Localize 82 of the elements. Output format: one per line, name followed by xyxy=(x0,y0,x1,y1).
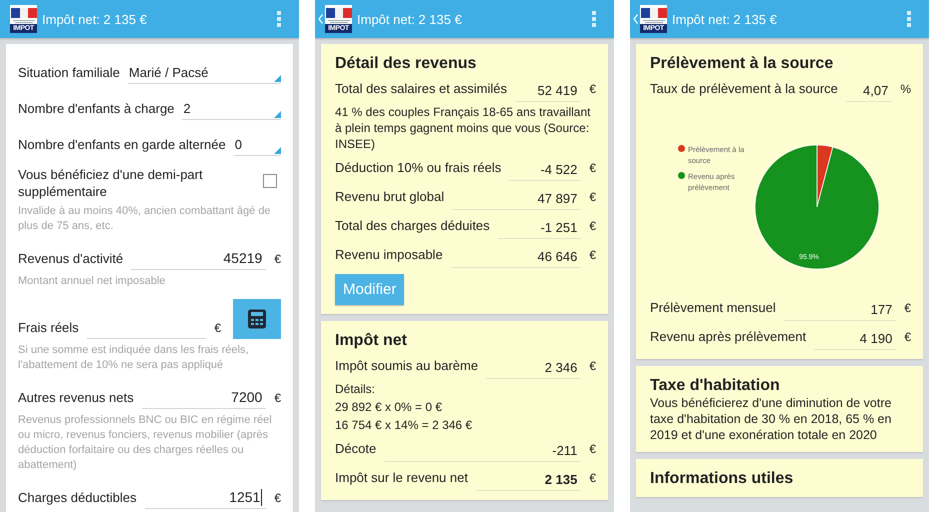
flag-icon xyxy=(640,8,666,24)
field-label: Nombre d'enfants en garde alternée xyxy=(18,137,226,154)
unit-label: € xyxy=(904,301,911,317)
card-title: Informations utiles xyxy=(650,470,794,488)
row-label: Décote xyxy=(335,441,376,458)
unit-label: € xyxy=(589,190,596,206)
app-title: Impôt net: 2 135 € xyxy=(672,12,778,26)
row-label: Total des charges déduites xyxy=(335,218,490,235)
row-label: Total des salaires et assimilés xyxy=(335,81,507,98)
unit-label: € xyxy=(274,252,281,268)
calculator-button[interactable] xyxy=(233,299,281,339)
card-title: Impôt net xyxy=(335,332,408,350)
value-field: 52 419 xyxy=(514,79,582,102)
unit-label: € xyxy=(589,471,596,487)
row-label: Taux de prélèvement à la source xyxy=(650,81,838,98)
value-field: 2 135 xyxy=(476,468,582,491)
field-label: Frais réels xyxy=(18,320,79,337)
row-label: Impôt sur le revenu net xyxy=(335,470,468,487)
info-text: Vous bénéficierez d'une diminution de votre taxe d'habitation de 30 % en 2018, 65 % en 2019 et d'une exonération totale en 2020 xyxy=(650,395,892,443)
dropdown[interactable]: 2 xyxy=(182,97,281,120)
more-options-icon[interactable] xyxy=(592,11,596,27)
unit-label: € xyxy=(274,491,281,507)
back-chevron-icon[interactable] xyxy=(633,14,638,24)
calculator-icon xyxy=(247,309,267,329)
dropdown[interactable]: Marié / Pacsé xyxy=(128,61,281,84)
value-field: 4,07 xyxy=(846,79,892,102)
info-text: 29 892 € x 0% = 0 € xyxy=(335,399,444,415)
value-field: -1 251 xyxy=(498,216,582,239)
unit-label: € xyxy=(274,391,281,407)
row-label: Prélèvement mensuel xyxy=(650,300,776,317)
card-title: Taxe d'habitation xyxy=(650,377,781,395)
amount-field[interactable]: 45219 xyxy=(131,247,266,270)
dropdown[interactable]: 0 xyxy=(234,133,281,156)
card-title: Détail des revenus xyxy=(335,55,478,73)
unit-label: € xyxy=(589,82,596,98)
dropdown-corner-icon xyxy=(274,147,281,154)
amount-field[interactable]: 7200 xyxy=(142,386,266,409)
field-label: Revenus d'activité xyxy=(18,251,124,268)
unit-label: € xyxy=(589,219,596,235)
app-title: Impôt net: 2 135 € xyxy=(42,12,148,26)
row-label: Déduction 10% ou frais réels xyxy=(335,160,502,177)
value-field: 4 190 xyxy=(814,327,896,350)
row-label: Revenu imposable xyxy=(335,247,443,264)
unit-label: € xyxy=(904,330,911,346)
unit-label: € xyxy=(214,321,221,337)
unit-label: € xyxy=(589,248,596,264)
value-field: 2 346 xyxy=(486,356,582,379)
row-label: Revenu brut global xyxy=(335,189,444,206)
value-field: 47 897 xyxy=(452,187,582,210)
value-field: -211 xyxy=(384,439,582,462)
field-label: Situation familiale xyxy=(18,65,120,82)
dropdown-corner-icon xyxy=(274,111,281,118)
flag-icon xyxy=(10,8,36,24)
flag-icon xyxy=(326,8,352,24)
amount-field[interactable]: 1251 xyxy=(144,486,266,509)
app-title: Impôt net: 2 135 € xyxy=(357,12,463,26)
unit-label: € xyxy=(589,359,596,375)
value-field: 177 xyxy=(784,298,896,321)
unit-label: € xyxy=(589,161,596,177)
more-options-icon[interactable] xyxy=(277,11,281,27)
row-label: Revenu après prélèvement xyxy=(650,329,806,346)
field-label: Nombre d'enfants à charge xyxy=(18,101,174,118)
value-field: -4 522 xyxy=(509,158,582,181)
value-field: 46 646 xyxy=(450,245,582,268)
info-text: 41 % des couples Français 18-65 ans travaillant à plein temps gagnent moins que vous (Source: INSEE) xyxy=(335,104,592,152)
unit-label: € xyxy=(589,442,596,458)
hint-text: Revenus professionnels BNC ou BIC en régime réel ou micro, revenus fonciers, revenus mobilier (après déduction forfaitaire ou des charges réelles ou abattement) xyxy=(18,413,273,473)
info-text: 16 754 € x 14% = 2 346 € xyxy=(335,417,474,433)
hint-text: Si une somme est indiquée dans les frais réels, l'abattement de 10% ne sera pas appliqué xyxy=(18,343,250,373)
field-label: Vous bénéficiez d'une demi-part supplémentaire xyxy=(18,166,204,200)
card-title: Prélèvement à la source xyxy=(650,55,834,73)
unit-label: % xyxy=(900,82,911,98)
field-label: Charges déductibles xyxy=(18,490,137,507)
more-options-icon[interactable] xyxy=(907,11,911,27)
checkbox[interactable] xyxy=(263,174,277,188)
back-chevron-icon[interactable] xyxy=(318,14,323,24)
info-text: Détails: xyxy=(335,381,376,397)
hint-text: Montant annuel net imposable xyxy=(18,274,166,289)
row-label: Impôt soumis au barème xyxy=(335,358,478,375)
hint-text: Invalide à au moins 40%, ancien combattant âgé de plus de 75 ans, etc. xyxy=(18,204,272,234)
field-label: Autres revenus nets xyxy=(18,390,134,407)
dropdown-corner-icon xyxy=(274,75,281,82)
